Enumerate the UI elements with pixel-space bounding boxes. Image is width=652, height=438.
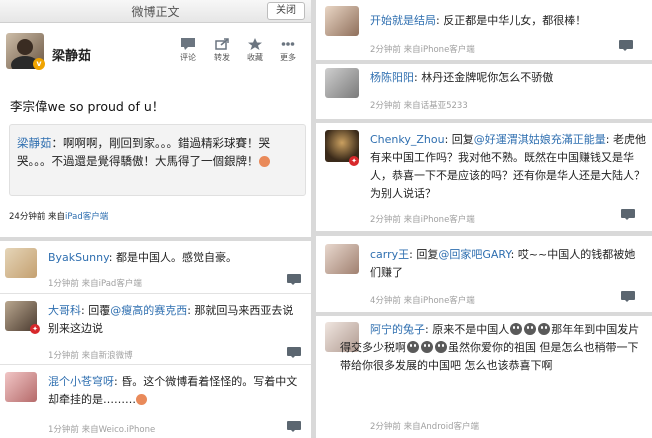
favorite-button[interactable]: 收藏 bbox=[242, 38, 268, 63]
comment-meta: 2分钟前 来自Android客户端 bbox=[370, 422, 479, 432]
comment-meta: 2分钟前 来自话基亚5233 bbox=[370, 101, 468, 111]
comment-card: 开始就是结局: 反正都是中华儿女，都很棒！ 2分钟前 来自iPhone客户端 bbox=[316, 0, 652, 60]
comment-user[interactable]: ByakSunny bbox=[48, 251, 109, 264]
mention-link[interactable]: @瘦高的赛克西 bbox=[110, 304, 187, 317]
repost-icon bbox=[215, 38, 229, 50]
reply-word: 回复 bbox=[416, 248, 439, 261]
comment-meta: 2分钟前 来自iPhone客户端 bbox=[370, 45, 475, 55]
comment-user[interactable]: 大哥科 bbox=[48, 304, 81, 317]
comment-card: carry王: 回复@回家吧GARY: 哎~~中国人的钱都被她们赚了 4分钟前 … bbox=[316, 236, 652, 312]
emoji-icon bbox=[421, 341, 433, 353]
more-icon bbox=[281, 42, 295, 46]
close-button[interactable]: 关闭 bbox=[267, 2, 305, 20]
reply-icon[interactable] bbox=[287, 347, 301, 358]
more-label: 更多 bbox=[280, 53, 296, 62]
repost-label: 转发 bbox=[214, 53, 230, 62]
reply-icon[interactable] bbox=[621, 291, 635, 302]
window-title: 微博正文 bbox=[131, 5, 180, 19]
comment-meta: 1分钟前 来自iPad客户端 bbox=[48, 279, 142, 289]
star-icon bbox=[248, 38, 262, 50]
comment-text: 林丹还金牌呢你怎么不骄傲 bbox=[421, 71, 554, 84]
reply-icon[interactable] bbox=[287, 421, 301, 432]
avatar[interactable] bbox=[325, 6, 359, 36]
emoji-icon bbox=[407, 341, 419, 353]
comment-text: 都是中国人。感觉自豪。 bbox=[115, 251, 237, 264]
reply-word: 回复 bbox=[451, 133, 474, 146]
list-item: 杨陈阳阳: 林丹还金牌呢你怎么不骄傲 bbox=[370, 71, 554, 84]
comment-user[interactable]: 阿宁的兔子 bbox=[370, 323, 425, 336]
reply-icon[interactable] bbox=[621, 209, 635, 220]
reply-word: 回覆 bbox=[88, 304, 111, 317]
quoted-post[interactable]: 梁靜茹：啊啊啊，剛回到家。。。錯過精彩球賽！哭哭。。。不過還是覺得驕傲！大馬得了… bbox=[9, 124, 306, 196]
post-text: 李宗偉we so proud of u！ bbox=[10, 99, 165, 114]
comment-card: ByakSunny: 都是中国人。感觉自豪。 1分钟前 来自iPad客户端 ✦ … bbox=[0, 241, 311, 438]
comment-meta: 1分钟前 来自Weico.iPhone bbox=[48, 425, 156, 435]
comment-meta: 1分钟前 来自新浪微博 bbox=[48, 351, 133, 361]
avatar[interactable] bbox=[5, 372, 37, 402]
badge-icon: ✦ bbox=[30, 324, 40, 334]
more-button[interactable]: 更多 bbox=[275, 38, 301, 63]
emoji-icon bbox=[435, 341, 447, 353]
comment-card: 阿宁的兔子: 原来不是中国人 那年年到中国发片得交多少税啊 虽然你爱你的祖国 但是怎… bbox=[316, 316, 652, 438]
comment-text-part-1: 原来不是中国人 bbox=[432, 323, 510, 336]
avatar[interactable] bbox=[325, 244, 359, 274]
post-source[interactable]: iPad客户端 bbox=[65, 212, 108, 222]
repost-button[interactable]: 转发 bbox=[209, 38, 235, 63]
avatar[interactable] bbox=[5, 248, 37, 278]
list-item: Chenky_Zhou: 回复@好運渭淇姑娘充滿正能量: 老虎他有来中国工作吗？… bbox=[370, 133, 646, 200]
reply-icon[interactable] bbox=[287, 274, 301, 285]
post-author[interactable]: 梁静茹 bbox=[52, 45, 91, 64]
list-item: carry王: 回复@回家吧GARY: 哎~~中国人的钱都被她们赚了 bbox=[370, 248, 636, 279]
verified-badge: v bbox=[33, 58, 45, 70]
comment-card: 杨陈阳阳: 林丹还金牌呢你怎么不骄傲 2分钟前 来自话基亚5233 bbox=[316, 64, 652, 119]
post-time: 24分钟前 bbox=[9, 212, 46, 222]
quoted-author[interactable]: 梁靜茹 bbox=[17, 136, 52, 150]
comment-card: ✦ Chenky_Zhou: 回复@好運渭淇姑娘充滿正能量: 老虎他有来中国工作… bbox=[316, 123, 652, 231]
comment-meta: 4分钟前 来自iPhone客户端 bbox=[370, 296, 475, 306]
emoji-icon bbox=[538, 323, 551, 335]
list-item: 大哥科: 回覆@瘦高的赛克西: 那就回马来西亚去说 别来这边说 bbox=[48, 304, 294, 335]
comment-user[interactable]: 开始就是结局 bbox=[370, 14, 436, 27]
comment-user[interactable]: 杨陈阳阳 bbox=[370, 71, 414, 84]
avatar[interactable] bbox=[325, 68, 359, 98]
comment-button[interactable]: 评论 bbox=[175, 38, 201, 63]
comment-label: 评论 bbox=[180, 53, 196, 62]
list-item: 开始就是结局: 反正都是中华儿女，都很棒！ bbox=[370, 14, 587, 27]
comment-user[interactable]: carry王 bbox=[370, 248, 409, 261]
badge-icon: ✦ bbox=[349, 156, 359, 166]
post-source-prefix: 来自 bbox=[48, 212, 66, 222]
comment-user[interactable]: 混个小苍穹呀 bbox=[48, 375, 114, 388]
favorite-label: 收藏 bbox=[247, 53, 263, 62]
comment-text: 反正都是中华儿女，都很棒！ bbox=[443, 14, 587, 27]
weibo-post-panel: 微博正文 关闭 v 梁静茹 评论 转发 收藏 更多 李宗偉we so proud… bbox=[0, 0, 311, 237]
divider bbox=[0, 293, 311, 294]
divider bbox=[0, 364, 311, 365]
post-meta: 24分钟前 来自iPad客户端 bbox=[9, 210, 108, 222]
list-item: 混个小苍穹呀: 昏。这个微博看着怪怪的。写着中文却牵挂的是……… bbox=[48, 375, 298, 406]
comment-meta: 2分钟前 来自iPhone客户端 bbox=[370, 215, 475, 225]
list-item: 阿宁的兔子: 原来不是中国人 那年年到中国发片得交多少税啊 虽然你爱你的祖国 但是怎… bbox=[340, 323, 640, 372]
mention-link[interactable]: @回家吧GARY bbox=[438, 248, 510, 261]
mention-link[interactable]: @好運渭淇姑娘充滿正能量 bbox=[474, 133, 606, 146]
emoji-icon bbox=[510, 323, 523, 335]
emoji-icon bbox=[136, 394, 147, 405]
list-item: ByakSunny: 都是中国人。感觉自豪。 bbox=[48, 251, 237, 264]
comment-icon bbox=[181, 38, 195, 50]
title-bar: 微博正文 关闭 bbox=[0, 0, 311, 23]
reply-icon[interactable] bbox=[619, 40, 633, 51]
emoji-icon bbox=[524, 323, 537, 335]
comment-user[interactable]: Chenky_Zhou bbox=[370, 133, 445, 146]
quoted-text: ：啊啊啊，剛回到家。。。錯過精彩球賽！哭哭。。。不過還是覺得驕傲！大馬得了一個銀… bbox=[17, 136, 270, 168]
pig-emoji-icon bbox=[258, 156, 270, 167]
